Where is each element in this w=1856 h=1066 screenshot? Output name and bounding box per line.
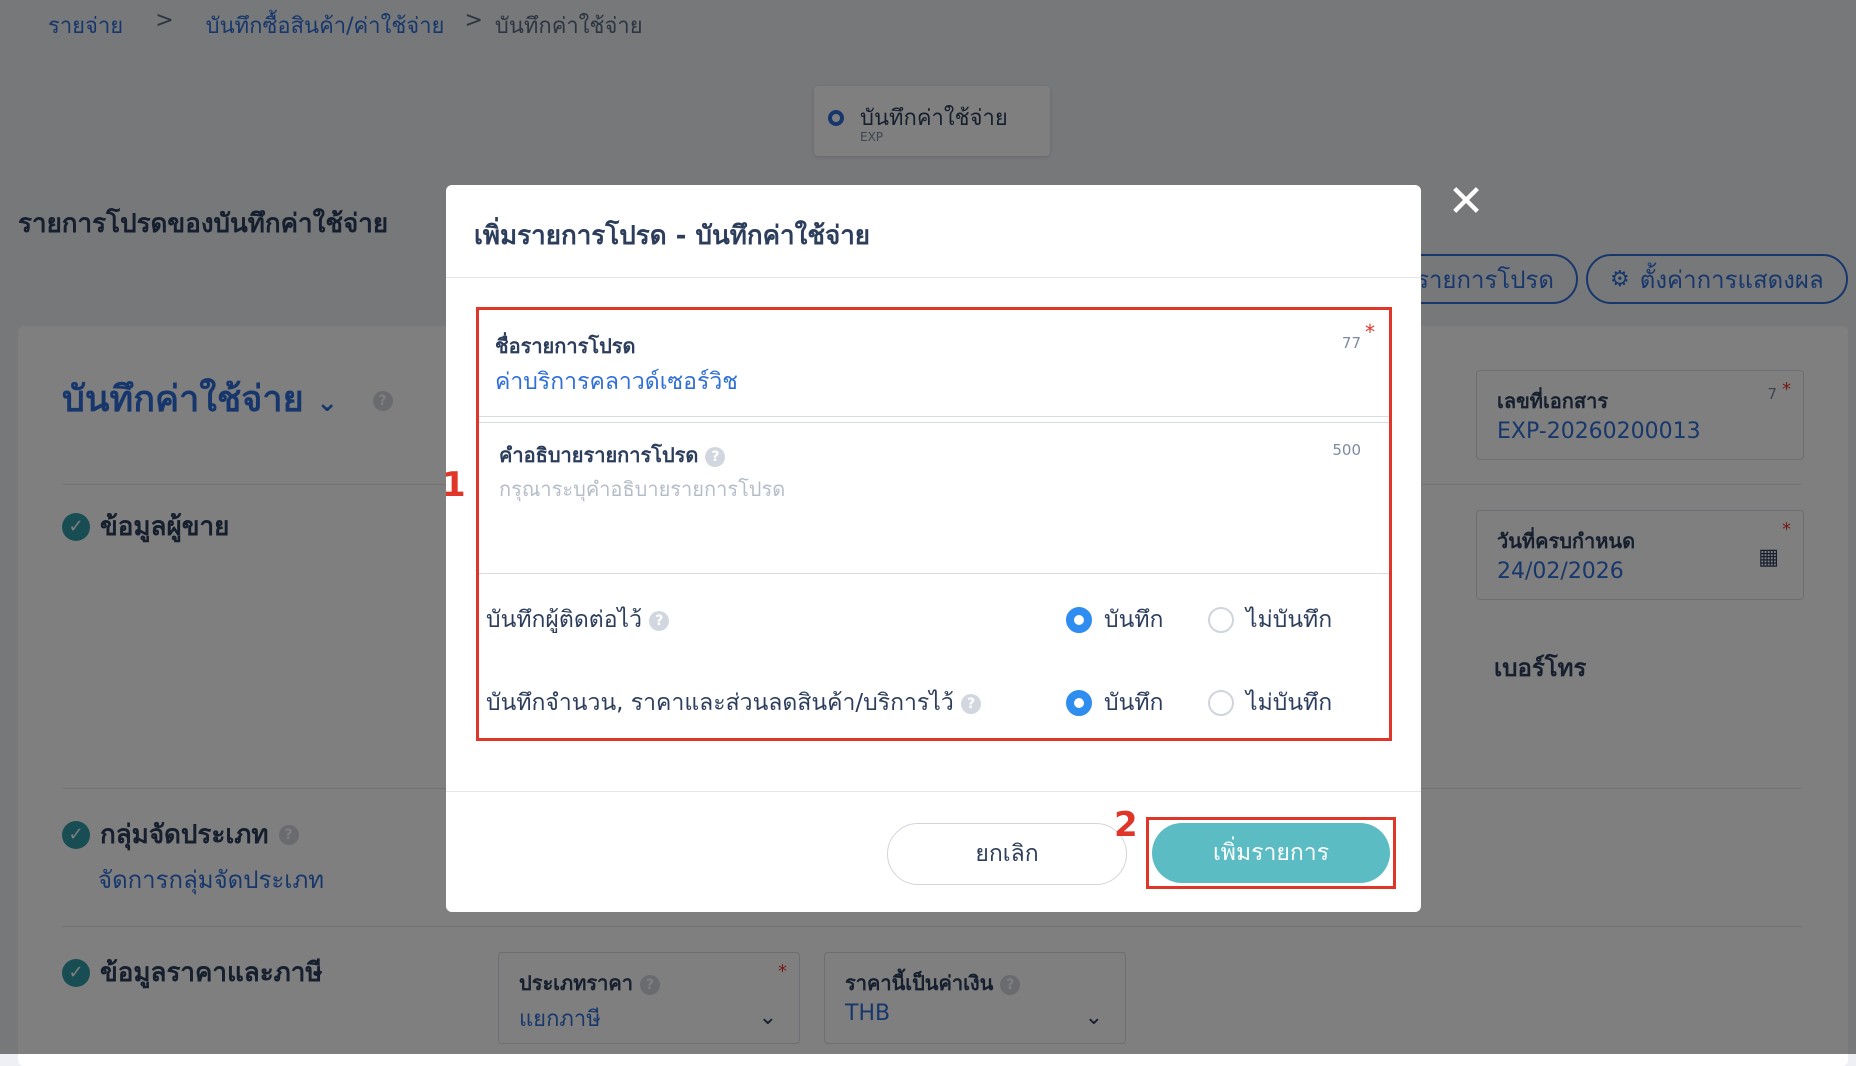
favorite-name-field[interactable]: ชื่อรายการโปรด ค่าบริการคลาวด์เซอร์วิช 7… (479, 310, 1389, 417)
modal-title: เพิ่มรายการโปรด - บันทึกค่าใช้จ่าย (474, 221, 871, 251)
step-1-label: 1 (442, 465, 466, 505)
save-quantity-no-radio[interactable]: ไม่บันทึก (1208, 685, 1332, 721)
cancel-button[interactable]: ยกเลิก (887, 823, 1127, 885)
required-marker: * (1365, 320, 1375, 344)
add-item-button[interactable]: เพิ่มรายการ (1152, 823, 1390, 883)
help-icon[interactable]: ? (961, 693, 982, 714)
favorite-name-value: ค่าบริการคลาวด์เซอร์วิช (495, 369, 738, 395)
radio-unselected-icon (1208, 607, 1234, 633)
save-contact-label: บันทึกผู้ติดต่อไว้ ? (486, 602, 670, 638)
modal-header: เพิ่มรายการโปรด - บันทึกค่าใช้จ่าย (446, 185, 1421, 278)
radio-selected-icon (1066, 607, 1092, 633)
save-contact-row: บันทึกผู้ติดต่อไว้ ? บันทึก ไม่บันทึก (486, 596, 1386, 636)
save-quantity-row: บันทึกจำนวน, ราคาและส่วนลดสินค้า/บริการไ… (486, 679, 1386, 719)
favorite-description-label: คำอธิบายรายการโปรด ? (499, 439, 726, 471)
radio-unselected-icon (1208, 690, 1234, 716)
favorite-name-label: ชื่อรายการโปรด (495, 334, 636, 358)
favorite-description-field[interactable]: คำอธิบายรายการโปรด ? กรุณาระบุคำอธิบายรา… (479, 422, 1389, 574)
char-count: 500 (1332, 441, 1361, 459)
step-2-label: 2 (1114, 805, 1138, 845)
divider (446, 791, 1421, 792)
save-contact-yes-radio[interactable]: บันทึก (1066, 602, 1163, 638)
radio-selected-icon (1066, 690, 1092, 716)
add-favorite-modal: เพิ่มรายการโปรด - บันทึกค่าใช้จ่าย 1 ชื่… (442, 185, 1421, 912)
close-icon[interactable]: ✕ (1446, 180, 1486, 224)
save-quantity-label: บันทึกจำนวน, ราคาและส่วนลดสินค้า/บริการไ… (486, 685, 982, 721)
save-contact-no-radio[interactable]: ไม่บันทึก (1208, 602, 1332, 638)
help-icon[interactable]: ? (705, 446, 726, 467)
favorite-description-placeholder: กรุณาระบุคำอธิบายรายการโปรด (499, 477, 786, 501)
help-icon[interactable]: ? (649, 610, 670, 631)
save-quantity-yes-radio[interactable]: บันทึก (1066, 685, 1163, 721)
char-count: 77 (1341, 334, 1361, 352)
